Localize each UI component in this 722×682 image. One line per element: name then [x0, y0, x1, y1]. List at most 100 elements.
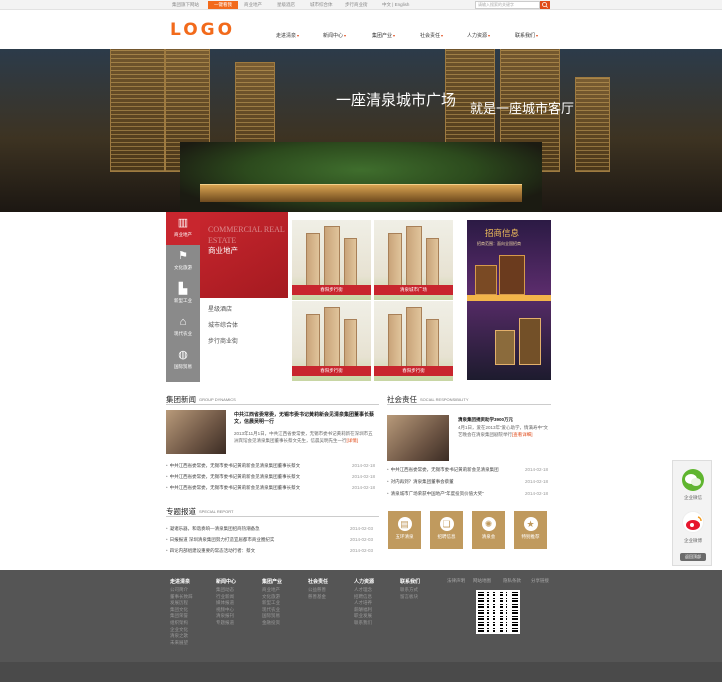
footer-sub-link[interactable]: 招聘信息	[354, 594, 372, 600]
topbar-link[interactable]: 商业地产	[244, 2, 262, 8]
footer-sub-link[interactable]: 集团动态	[216, 587, 234, 593]
footer-sub-link[interactable]: 新型工业	[262, 600, 280, 606]
search-input[interactable]: 请输入搜索的关键字	[475, 1, 540, 9]
weibo-icon[interactable]	[682, 511, 704, 533]
thumb-caption: 春阳步行街	[374, 366, 453, 376]
social-headline[interactable]: 清泉集团捐资助学3900万元	[458, 416, 552, 423]
footer-sub-link[interactable]: 联系方式	[400, 587, 418, 593]
footer-sub-link[interactable]: 未来展望	[170, 640, 188, 646]
social-list-item[interactable]: 中共江西省委常委，无锡市委书记黄莉新会见清泉集团	[387, 467, 499, 473]
topbar-link[interactable]: 集团旗下网站	[172, 2, 199, 8]
news-list-item[interactable]: 中共江西省委常委，无锡市委书记黄莉新会见清泉集团董事长蔡文	[166, 463, 301, 469]
footer-col-heading[interactable]: 集团产业	[262, 578, 282, 585]
footer-col-heading[interactable]: 新闻中心	[216, 578, 236, 585]
project-thumb[interactable]: 春阳步行街	[292, 220, 371, 300]
nav-item[interactable]: 联系我们	[515, 32, 538, 39]
footer-sub-link[interactable]: 国际贸易	[262, 613, 280, 619]
project-thumb[interactable]: 清泉城市广场	[374, 220, 453, 300]
wechat-icon[interactable]	[682, 469, 704, 491]
tab-industry[interactable]: ▙ 新型工业	[166, 278, 200, 311]
social-date: 2014-02-18	[525, 491, 549, 496]
thumb-caption: 清泉城市广场	[374, 285, 453, 295]
footer-sub-link[interactable]: 留言板块	[400, 594, 418, 600]
nav-item[interactable]: 社会责任	[420, 32, 443, 39]
footer-col-heading[interactable]: 人力资源	[354, 578, 374, 585]
social-photo[interactable]	[387, 415, 449, 461]
footer-col-heading[interactable]: 走进清泉	[170, 578, 190, 585]
search-button[interactable]	[540, 1, 550, 9]
feature-box-club[interactable]: ✺ 清泉会	[472, 511, 505, 549]
back-to-top-button[interactable]: 返回顶部	[680, 553, 706, 561]
footer-col-heading[interactable]: 联系我们	[400, 578, 420, 585]
news-list-item[interactable]: 中共江西省委常委，无锡市委书记黄莉新会见清泉集团董事长蔡文	[166, 485, 301, 491]
social-more-link[interactable]: [查看详细]	[512, 432, 533, 437]
tab-culture[interactable]: ⚑ 文化旅游	[166, 245, 200, 278]
footer-sub-link[interactable]: 媒体报道	[216, 600, 234, 606]
social-list-item[interactable]: 清泉城市广场荣获中国地产“年度投资价值大奖”	[387, 491, 484, 497]
nav-item[interactable]: 新闻中心	[323, 32, 346, 39]
social-list-item[interactable]: 对内再到？清泉集团董事会蔡董	[387, 479, 454, 485]
footer-sub-link[interactable]: 组织架构	[170, 620, 188, 626]
footer-link[interactable]: 分享链接	[531, 578, 549, 584]
topbar-current-button[interactable]: 一键看我	[208, 1, 238, 9]
hero-banner[interactable]: 一座清泉城市广场 就是一座城市客厅	[0, 49, 722, 212]
social-date: 2014-02-18	[525, 479, 549, 484]
footer-sub-link[interactable]: 董事长致辞	[170, 594, 193, 600]
topbar-link[interactable]: 步行商业街	[345, 2, 368, 8]
footer-sub-link[interactable]: 现代农业	[262, 607, 280, 613]
qr-code	[476, 590, 520, 634]
footer-sub-link[interactable]: 人才培养	[354, 600, 372, 606]
feature-box-recommend[interactable]: ★ 特别推荐	[514, 511, 547, 549]
news-date: 2014-02-18	[352, 463, 376, 468]
nav-item[interactable]: 集团产业	[372, 32, 395, 39]
footer-sub-link[interactable]: 企业文化	[170, 627, 188, 633]
special-list-item[interactable]: 凝诸乐器，和谐奏响—清泉集团招商热潮备急	[166, 526, 260, 532]
special-list-item[interactable]: 日报报道 深圳清泉集团努力打造宜居都市商业圈纪实	[166, 537, 275, 543]
footer-link[interactable]: 网站地图	[473, 578, 491, 584]
footer-sub-link[interactable]: 联系我们	[354, 620, 372, 626]
footer-sub-link[interactable]: 职业发展	[354, 613, 372, 619]
footer-sub-link[interactable]: 专题报道	[216, 620, 234, 626]
footer-sub-link[interactable]: 公益慈善	[308, 587, 326, 593]
footer-col-heading[interactable]: 社会责任	[308, 578, 328, 585]
investment-promo[interactable]: 招商信息 招商范围：面向全国招商	[467, 220, 551, 380]
tab-agriculture[interactable]: ⌂ 现代农业	[166, 311, 200, 344]
feature-box-jobs[interactable]: ❏ 招聘信息	[430, 511, 463, 549]
footer-sub-link[interactable]: 集团荣誉	[170, 613, 188, 619]
category-link[interactable]: 步行商业街	[208, 336, 238, 345]
group-news-more-link[interactable]: [详情]	[347, 438, 359, 443]
footer-sub-link[interactable]: 行业新闻	[216, 594, 234, 600]
footer-sub-link[interactable]: 人才理念	[354, 587, 372, 593]
language-switch[interactable]: 中文 | English	[382, 2, 409, 8]
category-link[interactable]: 星级酒店	[208, 304, 232, 313]
news-list-item[interactable]: 中共江西省委常委，无锡市委书记黄莉新会见清泉集团董事长蔡文	[166, 474, 301, 480]
special-list-item[interactable]: 四论内部组建设重要的常态活动行者：蔡文	[166, 548, 256, 554]
footer-link[interactable]: 法律声明	[447, 578, 465, 584]
tab-trade[interactable]: ◍ 国际贸易	[166, 344, 200, 377]
topbar-link[interactable]: 城市综合体	[310, 2, 333, 8]
footer-sub-link[interactable]: 金融投资	[262, 620, 280, 626]
footer-sub-link[interactable]: 清泉报刊	[216, 613, 234, 619]
group-news-photo[interactable]	[166, 410, 226, 454]
footer-sub-link[interactable]: 文化旅游	[262, 594, 280, 600]
footer-sub-link[interactable]: 清泉之歌	[170, 633, 188, 639]
footer-sub-link[interactable]: 薪酬福利	[354, 607, 372, 613]
footer-link[interactable]: 隐私条款	[503, 578, 521, 584]
group-news-headline[interactable]: 中共江西省委常委，无锡市委书记黄莉新会见清泉集团董事长蔡文，信晨吴明一行	[234, 412, 376, 426]
footer-sub-link[interactable]: 公司简介	[170, 587, 188, 593]
hero-building	[575, 77, 610, 172]
footer-sub-link[interactable]: 慈善基金	[308, 594, 326, 600]
tab-commercial[interactable]: ▥ 商业地产	[166, 212, 200, 245]
footer-sub-link[interactable]: 视频中心	[216, 607, 234, 613]
nav-item[interactable]: 走进清泉	[276, 32, 299, 39]
topbar-link[interactable]: 星级酒店	[277, 2, 295, 8]
footer-sub-link[interactable]: 商业地产	[262, 587, 280, 593]
project-thumb[interactable]: 春阳步行街	[292, 301, 371, 381]
footer-sub-link[interactable]: 发展历程	[170, 600, 188, 606]
nav-item[interactable]: 人力资源	[467, 32, 490, 39]
category-link[interactable]: 城市综合体	[208, 320, 238, 329]
site-logo[interactable]: LOGO	[170, 20, 235, 40]
project-thumb[interactable]: 春阳步行街	[374, 301, 453, 381]
footer-sub-link[interactable]: 集团文化	[170, 607, 188, 613]
feature-box-about[interactable]: ▤ 五环清泉	[388, 511, 421, 549]
